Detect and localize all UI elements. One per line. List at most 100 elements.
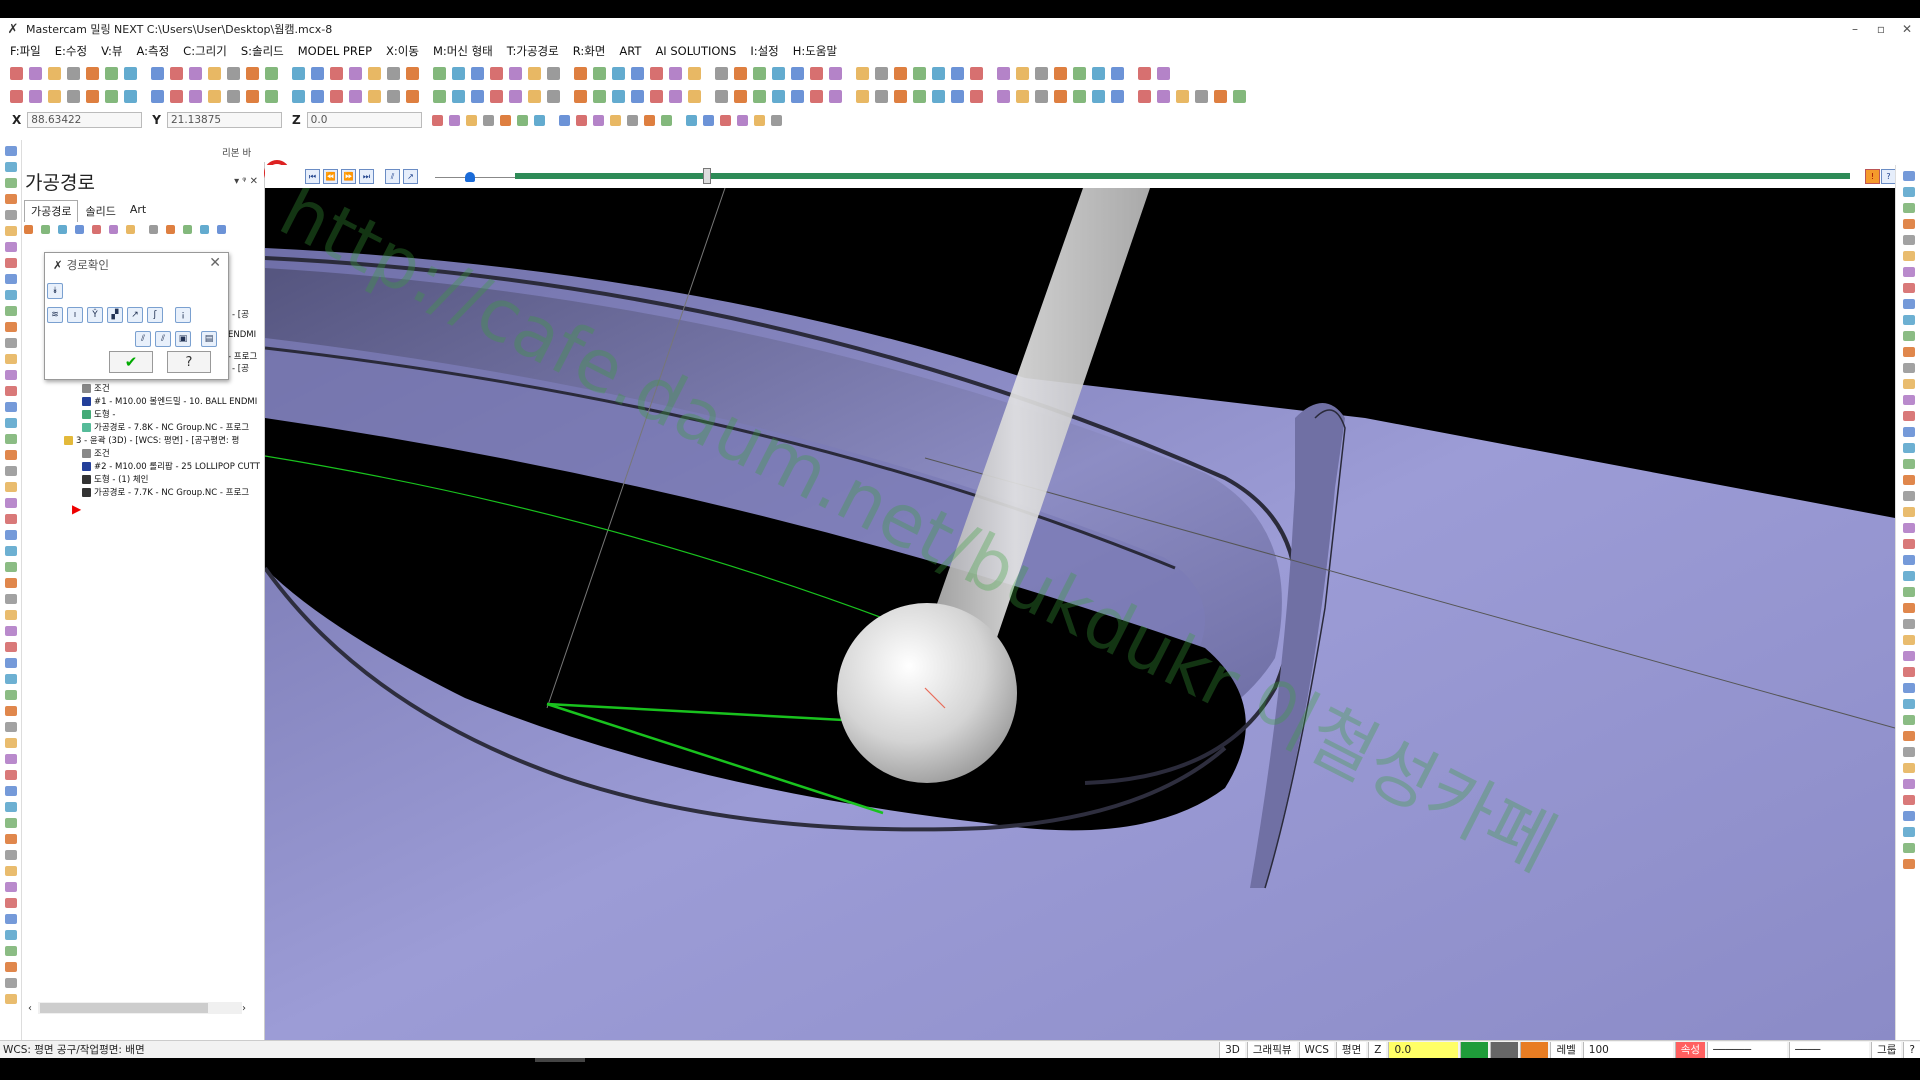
side-tool-icon[interactable] (5, 914, 17, 924)
snapshot-button[interactable]: ▣ (175, 331, 191, 347)
toolbar-button[interactable] (574, 67, 587, 80)
toolbar-button[interactable] (894, 67, 907, 80)
side-tool-icon[interactable] (5, 354, 17, 364)
minimize-button[interactable]: – (1842, 18, 1868, 40)
toolbar-button[interactable] (490, 67, 503, 80)
step-back-button[interactable]: ⫽ (135, 331, 151, 347)
toolbar-button[interactable] (208, 67, 221, 80)
tree-row[interactable]: 도형 - (1) 체인 (82, 473, 149, 485)
tree-row[interactable]: 도형 - (82, 408, 115, 420)
toolbar-button[interactable] (265, 90, 278, 103)
toolbar-button[interactable] (1016, 90, 1029, 103)
toolbar-button[interactable] (932, 67, 945, 80)
toolbar-button[interactable] (471, 90, 484, 103)
side-tool-icon[interactable] (5, 450, 17, 460)
side-tool-icon[interactable] (5, 434, 17, 444)
toolbar-button[interactable] (490, 90, 503, 103)
toolbar-button[interactable] (292, 90, 305, 103)
side-tool-icon[interactable] (1903, 827, 1915, 837)
tree-row[interactable]: 조건 (82, 447, 110, 459)
menu-screen[interactable]: R:화면 (573, 43, 606, 59)
toolbar-button[interactable] (547, 67, 560, 80)
side-tool-icon[interactable] (1903, 667, 1915, 677)
toolbar-button[interactable] (1035, 90, 1048, 103)
side-tool-icon[interactable] (5, 274, 17, 284)
side-tool-icon[interactable] (5, 738, 17, 748)
menu-toolpaths[interactable]: T:가공경로 (507, 43, 559, 59)
menu-view[interactable]: V:뷰 (101, 43, 122, 59)
side-tool-icon[interactable] (1903, 219, 1915, 229)
side-tool-icon[interactable] (1903, 699, 1915, 709)
toolbar-button[interactable] (593, 67, 606, 80)
side-tool-icon[interactable] (5, 386, 17, 396)
toolbar-button[interactable] (109, 224, 118, 234)
y-coordinate-input[interactable]: 21.13875 (166, 112, 282, 128)
menu-solid[interactable]: S:솔리드 (241, 43, 284, 59)
toolbar-button[interactable] (124, 90, 137, 103)
save-button[interactable]: ▤ (201, 331, 217, 347)
color-swatch[interactable] (1460, 1042, 1489, 1058)
side-tool-icon[interactable] (5, 658, 17, 668)
menu-art[interactable]: ART (619, 44, 641, 58)
tree-row[interactable]: ENDMI (228, 330, 256, 340)
toolbar-button[interactable] (48, 67, 61, 80)
side-tool-icon[interactable] (1903, 347, 1915, 357)
toolbar-button[interactable] (1016, 67, 1029, 80)
side-tool-icon[interactable] (5, 578, 17, 588)
toolbar-button[interactable] (368, 90, 381, 103)
toolbar-button[interactable] (1073, 90, 1086, 103)
side-tool-icon[interactable] (5, 514, 17, 524)
toolbar-button[interactable] (1111, 67, 1124, 80)
x-coordinate-input[interactable]: 88.63422 (27, 112, 143, 128)
groups-button[interactable]: 그룹 (1871, 1042, 1902, 1058)
side-tool-icon[interactable] (5, 242, 17, 252)
toolbar-button[interactable] (593, 90, 606, 103)
side-tool-icon[interactable] (5, 402, 17, 412)
toolbar-button[interactable] (951, 67, 964, 80)
side-tool-icon[interactable] (5, 594, 17, 604)
toolbar-button[interactable] (1092, 67, 1105, 80)
toolbar-button[interactable] (41, 224, 50, 234)
toolbar-button[interactable] (643, 114, 655, 126)
help-button[interactable]: ? (167, 351, 211, 373)
side-tool-icon[interactable] (5, 466, 17, 476)
tool-display-button[interactable]: ı (67, 307, 83, 323)
toolbar-button[interactable] (126, 224, 135, 234)
toolbar-button[interactable] (791, 90, 804, 103)
side-tool-icon[interactable] (1903, 299, 1915, 309)
status-help-button[interactable]: ? (1903, 1042, 1920, 1058)
toolbar-button[interactable] (626, 114, 638, 126)
toolbar-button[interactable] (292, 67, 305, 80)
toolbar-button[interactable] (452, 67, 465, 80)
line-width-select[interactable]: ──── (1789, 1042, 1870, 1058)
side-tool-icon[interactable] (5, 882, 17, 892)
side-tool-icon[interactable] (5, 978, 17, 988)
toolbar-button[interactable] (311, 90, 324, 103)
plane-button[interactable]: 평면 (1335, 1042, 1367, 1058)
toolbar-button[interactable] (431, 114, 443, 126)
side-tool-icon[interactable] (5, 626, 17, 636)
toolbar-button[interactable] (612, 90, 625, 103)
side-tool-icon[interactable] (5, 418, 17, 428)
toolbar-button[interactable] (1176, 90, 1189, 103)
expand-icon[interactable]: ⯯ (47, 283, 63, 299)
toolbar-button[interactable] (631, 67, 644, 80)
scroll-left-icon[interactable]: ‹ (28, 1003, 38, 1014)
side-tool-icon[interactable] (5, 770, 17, 780)
toolbar-button[interactable] (970, 67, 983, 80)
moves-display-button[interactable]: ↗ (127, 307, 143, 323)
side-tool-icon[interactable] (1903, 379, 1915, 389)
side-tool-icon[interactable] (5, 866, 17, 876)
side-tool-icon[interactable] (5, 994, 17, 1004)
side-tool-icon[interactable] (5, 322, 17, 332)
toolbar-button[interactable] (772, 90, 785, 103)
toolbar-button[interactable] (465, 114, 477, 126)
side-tool-icon[interactable] (1903, 523, 1915, 533)
toolbar-button[interactable] (170, 67, 183, 80)
toolbar-button[interactable] (592, 114, 604, 126)
scroll-thumb[interactable] (40, 1003, 208, 1013)
toolbar-button[interactable] (86, 90, 99, 103)
toolbar-button[interactable] (433, 67, 446, 80)
toolbar-button[interactable] (29, 90, 42, 103)
toolbar-button[interactable] (660, 114, 672, 126)
